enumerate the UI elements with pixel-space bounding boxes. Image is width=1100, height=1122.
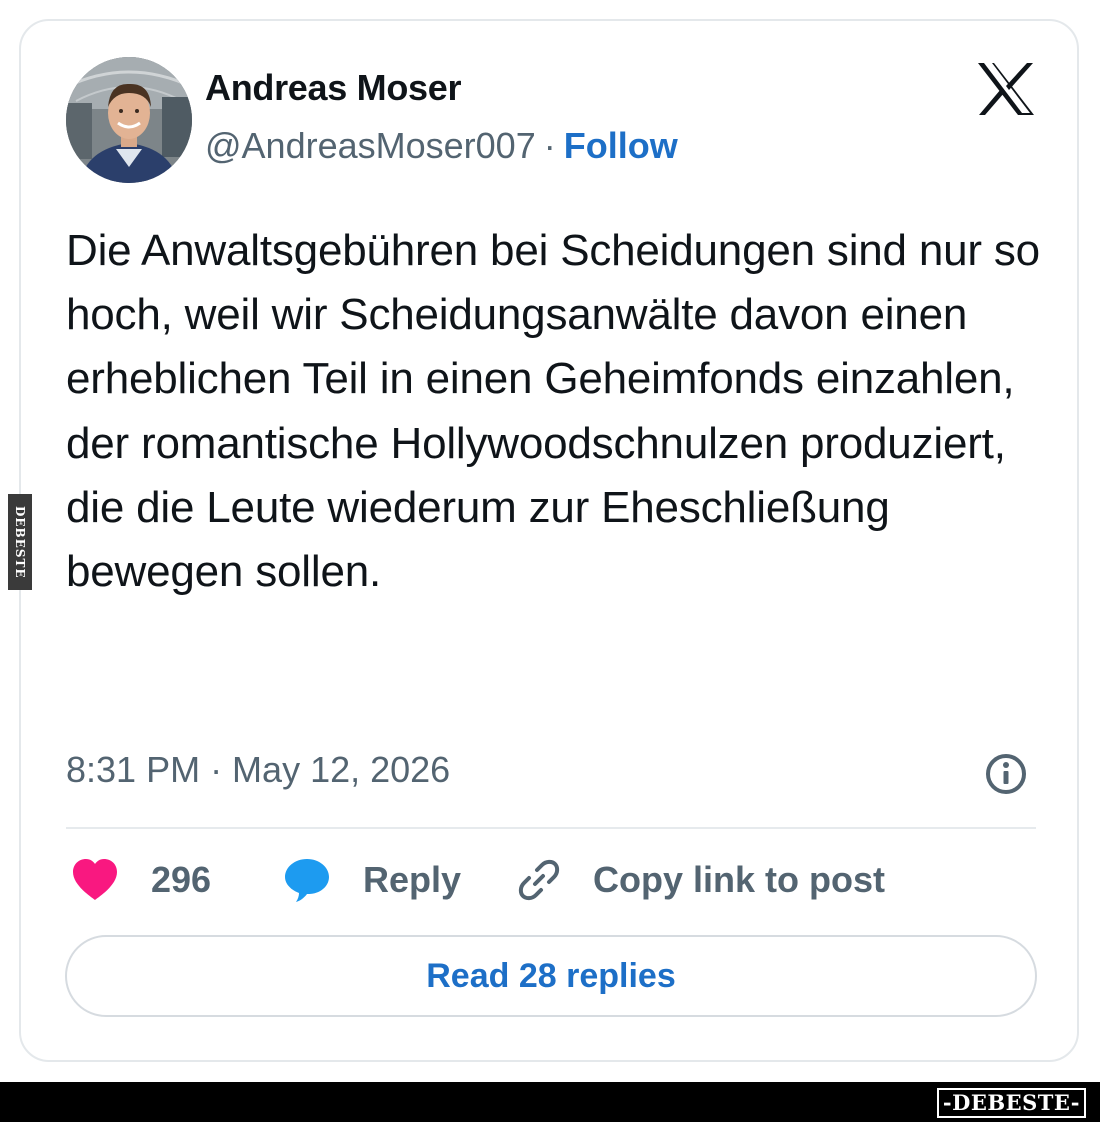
footer-bar: -DEBESTE- bbox=[0, 1082, 1100, 1122]
heart-icon bbox=[73, 859, 117, 900]
divider bbox=[66, 827, 1036, 829]
copy-link-button[interactable]: Copy link to post bbox=[515, 856, 885, 904]
author-handle[interactable]: @AndreasMoser007 bbox=[205, 125, 536, 166]
follow-link[interactable]: Follow bbox=[564, 125, 678, 166]
info-icon[interactable] bbox=[984, 752, 1028, 796]
read-replies-button[interactable]: Read 28 replies bbox=[65, 935, 1037, 1017]
footer-watermark-logo: -DEBESTE- bbox=[936, 1088, 1086, 1118]
link-icon bbox=[518, 859, 560, 901]
tweet-card: Andreas Moser @AndreasMoser007 · Follow Di… bbox=[19, 19, 1079, 1062]
like-button[interactable]: 296 bbox=[71, 856, 211, 904]
copy-link-label: Copy link to post bbox=[593, 859, 885, 900]
avatar[interactable] bbox=[66, 57, 192, 183]
reply-label: Reply bbox=[363, 859, 462, 900]
tweet-text: Die Anwaltsgebühren bei Scheidungen sind… bbox=[66, 226, 1040, 597]
avatar-photo bbox=[66, 57, 192, 183]
tweet-timestamp[interactable]: 8:31 PM · May 12, 2026 bbox=[66, 749, 450, 791]
side-watermark: DEBESTE bbox=[8, 494, 32, 590]
x-logo-icon[interactable] bbox=[976, 61, 1036, 117]
like-count: 296 bbox=[151, 859, 212, 900]
author-handle-row: @AndreasMoser007 · Follow bbox=[205, 125, 678, 167]
reply-button[interactable]: Reply bbox=[283, 856, 461, 904]
handle-separator: · bbox=[543, 125, 556, 166]
speech-bubble-icon bbox=[285, 859, 329, 902]
author-name[interactable]: Andreas Moser bbox=[205, 67, 461, 109]
